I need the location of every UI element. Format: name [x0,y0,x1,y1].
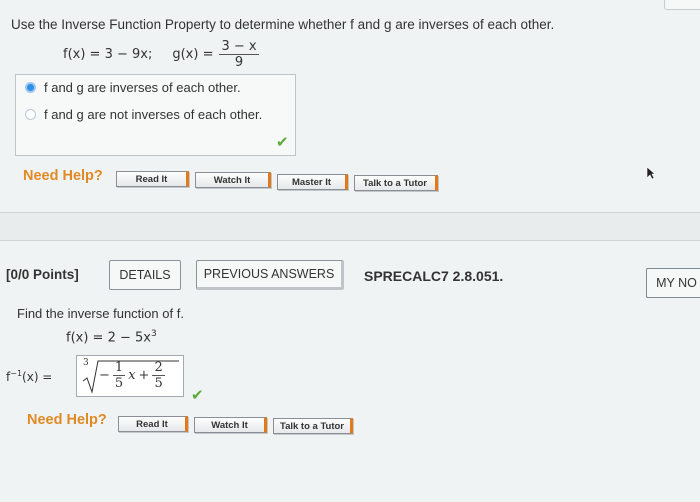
question-1-prompt: Use the Inverse Function Property to det… [11,17,555,32]
details-button[interactable]: DETAILS [109,260,181,290]
variable-x: x [128,368,136,383]
const-denominator: 5 [154,376,163,391]
g-label: g(x) = [172,47,214,62]
my-notes-button[interactable]: MY NO [646,268,700,298]
choice-inverses-label: f and g are inverses of each other. [44,80,241,95]
inverse-label: f−1(x) = [6,369,52,384]
mouse-cursor-icon [646,166,656,180]
inverse-rest: (x) = [22,370,53,384]
coef-fraction: 1 5 [112,360,126,391]
need-help-label-1: Need Help? [23,168,103,184]
f2-exponent: 3 [150,329,157,339]
read-it-button-1[interactable]: Read It [116,171,189,187]
question-1-functions: f(x) = 3 − 9x; g(x) = 3 − x 9 [63,40,259,69]
need-help-label-2: Need Help? [27,412,107,428]
inverse-sup: −1 [10,369,23,378]
talk-to-tutor-button-2[interactable]: Talk to a Tutor [273,418,353,434]
f-expression: f(x) = 3 − 9x; [63,47,153,62]
f2-expression: f(x) = 2 − 5x [66,330,151,346]
choice-inverses[interactable]: f and g are inverses of each other. [25,80,241,95]
radio-unselected-icon[interactable] [25,109,36,120]
read-it-button-2[interactable]: Read It [118,416,188,432]
talk-to-tutor-button-1[interactable]: Talk to a Tutor [354,175,438,191]
radicand: − 1 5 x + 2 5 [99,361,165,390]
correct-check-icon-2: ✔ [191,387,204,404]
const-numerator: 2 [152,360,165,376]
plus-sign: + [138,368,150,383]
top-right-partial-button[interactable] [664,0,700,10]
points-label: [0/0 Points] [6,267,79,282]
master-it-button-1[interactable]: Master It [277,174,348,190]
question-2-function: f(x) = 2 − 5x3 [66,329,157,345]
coef-denominator: 5 [114,376,124,391]
watch-it-button-2[interactable]: Watch It [194,417,267,433]
g-numerator: 3 − x [219,39,259,55]
question-2-prompt: Find the inverse function of f. [17,306,184,321]
problem-code: SPRECALC7 2.8.051. [364,268,504,284]
g-denominator: 9 [234,55,244,70]
previous-answers-button[interactable]: PREVIOUS ANSWERS [196,260,344,290]
const-fraction: 2 5 [152,360,165,391]
minus-sign: − [99,368,110,383]
radio-selected-icon[interactable] [25,82,36,93]
choice-not-inverses[interactable]: f and g are not inverses of each other. [25,107,262,122]
g-fraction: 3 − x 9 [219,39,259,70]
coef-numerator: 1 [112,360,126,376]
answer-input-box[interactable]: 3 − 1 5 x + 2 5 [76,355,184,397]
choice-not-inverses-label: f and g are not inverses of each other. [44,107,263,122]
watch-it-button-1[interactable]: Watch It [195,172,271,188]
correct-check-icon: ✔ [276,134,289,151]
